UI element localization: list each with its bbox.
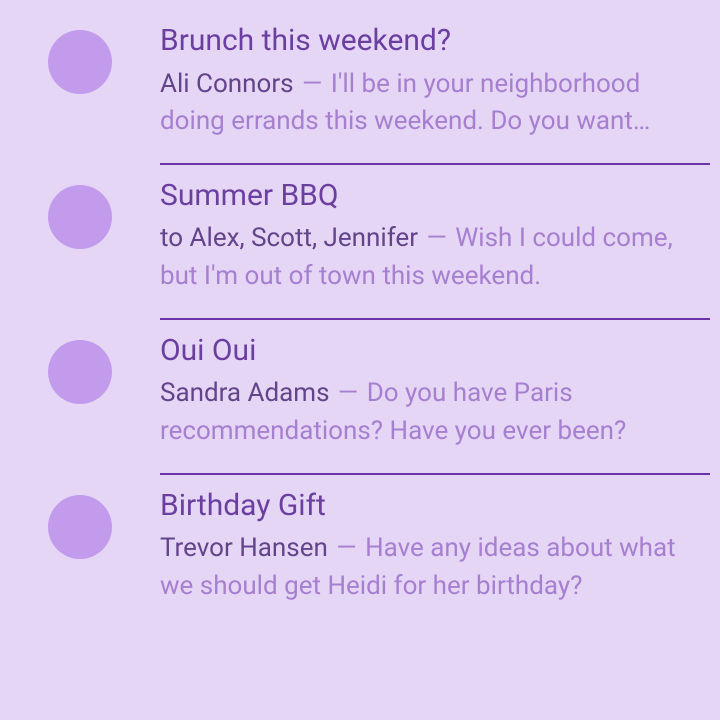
avatar — [48, 340, 112, 404]
avatar — [48, 495, 112, 559]
message-sender: to Alex, Scott, Jennifer — [160, 223, 418, 253]
message-title: Summer BBQ — [160, 177, 710, 215]
message-body: to Alex, Scott, Jennifer — Wish I could … — [160, 220, 710, 295]
message-content: Birthday Gift Trevor Hansen — Have any i… — [160, 487, 710, 628]
list-item[interactable]: Summer BBQ to Alex, Scott, Jennifer — Wi… — [0, 165, 720, 320]
message-title: Brunch this weekend? — [160, 22, 710, 60]
message-content: Brunch this weekend? Ali Connors — I'll … — [160, 22, 710, 165]
message-sender: Sandra Adams — [160, 378, 329, 408]
separator: — — [330, 533, 363, 563]
list-item[interactable]: Oui Oui Sandra Adams — Do you have Paris… — [0, 320, 720, 475]
list-item[interactable]: Birthday Gift Trevor Hansen — Have any i… — [0, 475, 720, 628]
message-content: Oui Oui Sandra Adams — Do you have Paris… — [160, 332, 710, 475]
message-content: Summer BBQ to Alex, Scott, Jennifer — Wi… — [160, 177, 710, 320]
avatar — [48, 30, 112, 94]
message-title: Birthday Gift — [160, 487, 710, 525]
message-sender: Ali Connors — [160, 69, 294, 99]
avatar — [48, 185, 112, 249]
separator: — — [296, 69, 329, 99]
separator: — — [331, 378, 364, 408]
message-body: Sandra Adams — Do you have Paris recomme… — [160, 375, 710, 450]
message-body: Ali Connors — I'll be in your neighborho… — [160, 66, 710, 141]
message-list: Brunch this weekend? Ali Connors — I'll … — [0, 0, 720, 628]
message-title: Oui Oui — [160, 332, 710, 370]
separator: — — [420, 223, 453, 253]
list-item[interactable]: Brunch this weekend? Ali Connors — I'll … — [0, 10, 720, 165]
message-sender: Trevor Hansen — [160, 533, 328, 563]
message-body: Trevor Hansen — Have any ideas about wha… — [160, 530, 710, 605]
